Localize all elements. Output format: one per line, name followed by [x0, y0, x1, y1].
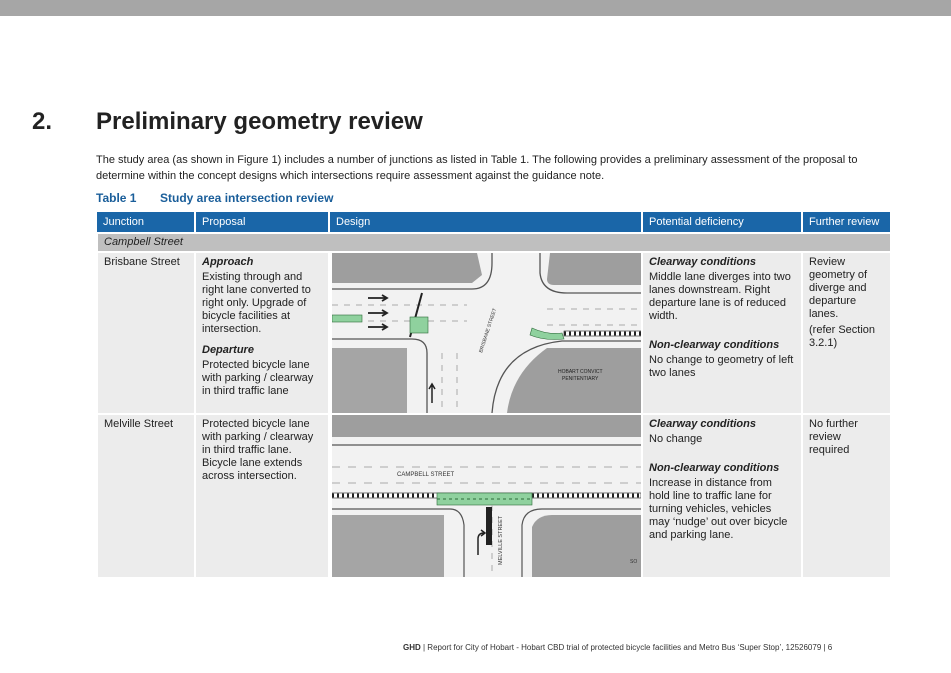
non-clearway-text: No change to geometry of left two lanes — [649, 354, 794, 379]
section-number: 2. — [32, 108, 53, 135]
clearway-text: No change — [649, 433, 703, 445]
campbell-street-label: CAMPBELL STREET — [397, 472, 454, 478]
table-caption-label: Table 1 — [96, 191, 137, 205]
melville-street-label: MELVILLE STREET — [498, 515, 504, 565]
table-caption-title: Study area intersection review — [160, 191, 334, 205]
table-row: Melville Street Protected bicycle lane w… — [96, 413, 892, 579]
intro-paragraph: The study area (as shown in Figure 1) in… — [96, 154, 858, 182]
departure-heading: Departure — [202, 344, 254, 356]
melville-street-design-drawing: CAMPBELL STREET MELVILLE STREET SO — [332, 415, 641, 577]
corner-label: SO — [630, 559, 637, 565]
clearway-heading: Clearway conditions — [649, 256, 756, 268]
junction-cell: Brisbane Street — [96, 251, 196, 415]
header-deficiency: Potential deficiency — [642, 212, 803, 233]
building-label-line-2: PENITENTIARY — [562, 376, 599, 382]
non-clearway-text: Increase in distance from hold line to t… — [649, 477, 788, 541]
clearway-heading: Clearway conditions — [649, 418, 756, 430]
proposal-cell: Protected bicycle lane with parking / cl… — [194, 413, 330, 579]
design-cell: BRISBANE STREET HOBART CONVICT PENITENTI… — [328, 251, 643, 415]
header-proposal: Proposal — [195, 212, 330, 233]
page-footer: GHD | Report for City of Hobart - Hobart… — [403, 643, 832, 652]
clearway-text: Middle lane diverges into two lanes down… — [649, 271, 791, 322]
further-review-text: Review geometry of diverge and departure… — [809, 256, 868, 320]
intersection-review-table: Junction Proposal Design Potential defic… — [96, 212, 892, 579]
brisbane-street-design-drawing: BRISBANE STREET HOBART CONVICT PENITENTI… — [332, 253, 641, 413]
proposal-cell: Approach Existing through and right lane… — [194, 251, 330, 415]
further-review-cell: Review geometry of diverge and departure… — [801, 251, 892, 415]
further-review-cell: No further review required — [801, 413, 892, 579]
non-clearway-heading: Non-clearway conditions — [649, 339, 780, 351]
deficiency-cell: Clearway conditions Middle lane diverges… — [641, 251, 803, 415]
top-bar — [0, 0, 951, 16]
deficiency-cell: Clearway conditions No change Non-clearw… — [641, 413, 803, 579]
table-header-row: Junction Proposal Design Potential defic… — [97, 212, 892, 233]
design-cell: CAMPBELL STREET MELVILLE STREET SO — [328, 413, 643, 579]
approach-heading: Approach — [202, 256, 254, 268]
footer-brand: GHD — [403, 643, 421, 652]
section-title: Preliminary geometry review — [96, 108, 423, 135]
departure-text: Protected bicycle lane with parking / cl… — [202, 359, 314, 397]
junction-cell: Melville Street — [96, 413, 196, 579]
footer-text: | Report for City of Hobart - Hobart CBD… — [420, 643, 833, 652]
table-row: Brisbane Street Approach Existing throug… — [96, 251, 892, 415]
further-review-ref: (refer Section 3.2.1) — [809, 324, 876, 349]
header-junction: Junction — [97, 212, 196, 233]
header-further-review: Further review — [802, 212, 892, 233]
subheader-row: Campbell Street — [96, 232, 892, 253]
approach-text: Existing through and right lane converte… — [202, 271, 311, 335]
subheader-campbell-street: Campbell Street — [96, 232, 892, 253]
header-design: Design — [329, 212, 643, 233]
table-caption: Table 1 Study area intersection review — [96, 191, 333, 205]
building-label-line-1: HOBART CONVICT — [558, 369, 603, 375]
non-clearway-heading: Non-clearway conditions — [649, 462, 780, 474]
